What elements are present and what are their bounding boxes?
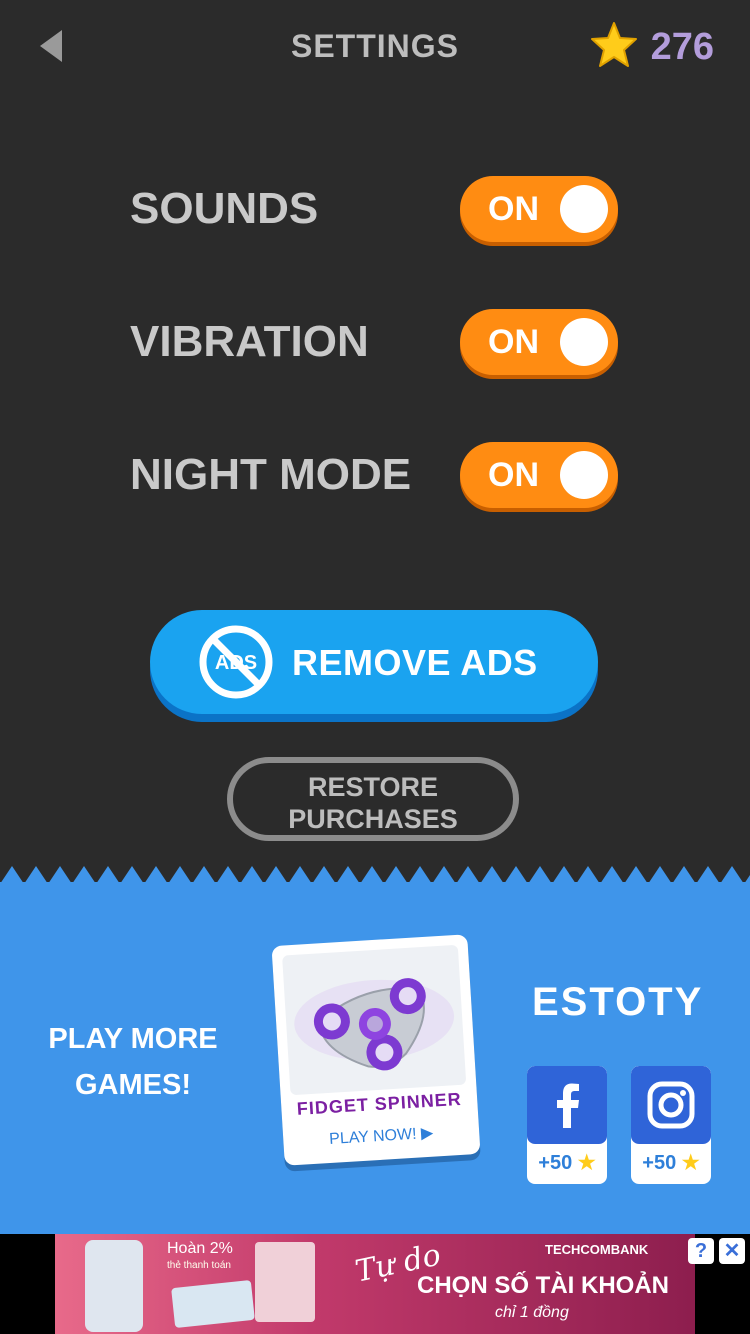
coin-count: 276 [650, 25, 714, 68]
star-icon: ★ [577, 1152, 596, 1174]
toggle-state: ON [488, 456, 539, 494]
star-icon [589, 20, 639, 75]
play-now-link[interactable]: PLAY NOW! ▶ [283, 1120, 480, 1152]
play-more-games-label: PLAY MORE GAMES! [48, 1023, 218, 1101]
toggle-state: ON [488, 190, 539, 228]
fidget-spinner-game-card[interactable]: FIDGET SPINNER PLAY NOW! ▶ [271, 934, 481, 1166]
setting-sounds: SOUNDS ON [130, 176, 630, 242]
setting-night-mode: NIGHT MODE ON [130, 442, 630, 508]
play-now-label: PLAY NOW! [328, 1125, 418, 1149]
ad-info-icon[interactable]: ? [688, 1238, 714, 1264]
ad-card-image [171, 1279, 255, 1329]
instagram-icon [631, 1066, 711, 1144]
toggle-knob [560, 451, 608, 499]
zigzag-divider [0, 866, 750, 884]
star-icon: ★ [681, 1152, 700, 1174]
ad-cashback-text: Hoàn 2% [167, 1240, 233, 1257]
sounds-toggle[interactable]: ON [460, 176, 618, 242]
setting-label: SOUNDS [130, 184, 319, 233]
instagram-reward: +50 ★ [642, 1152, 700, 1174]
remove-ads-label: REMOVE ADS [292, 642, 538, 683]
ad-subline: chỉ 1 đồng [495, 1304, 569, 1321]
no-ads-icon: ADS [198, 624, 274, 700]
toggle-knob [560, 318, 608, 366]
ad-headline: CHỌN SỐ TÀI KHOẢN [417, 1272, 669, 1299]
ad-close-icon[interactable]: ✕ [719, 1238, 745, 1264]
remove-ads-button[interactable]: ADS REMOVE ADS [150, 610, 598, 714]
restore-purchases-label: RESTORE PURCHASES [288, 772, 458, 834]
ad-bank-name: TECHCOMBANK [545, 1242, 649, 1257]
coin-counter: 276 [589, 20, 714, 75]
vibration-toggle[interactable]: ON [460, 309, 618, 375]
play-triangle-icon: ▶ [420, 1124, 434, 1143]
restore-purchases-button[interactable]: RESTORE PURCHASES [227, 757, 519, 841]
setting-label: NIGHT MODE [130, 450, 412, 499]
ad-banner[interactable]: Hoàn 2% thẻ thanh toán Tự do TECHCOMBANK… [55, 1234, 695, 1334]
facebook-button[interactable]: +50 ★ [527, 1066, 607, 1184]
facebook-reward: +50 ★ [538, 1152, 596, 1174]
night-mode-toggle[interactable]: ON [460, 442, 618, 508]
ad-cashback-subtext: thẻ thanh toán [167, 1260, 231, 1271]
estoty-logo: ESTOTY [532, 980, 704, 1024]
instagram-button[interactable]: +50 ★ [631, 1066, 711, 1184]
phone-image [85, 1240, 143, 1332]
fidget-spinner-image [282, 944, 467, 1096]
toggle-knob [560, 185, 608, 233]
facebook-icon [527, 1066, 607, 1144]
setting-label: VIBRATION [130, 317, 369, 366]
ad-card-image [255, 1242, 315, 1322]
setting-vibration: VIBRATION ON [130, 309, 630, 375]
toggle-state: ON [488, 323, 539, 361]
top-bar: SETTINGS 276 [0, 0, 750, 100]
